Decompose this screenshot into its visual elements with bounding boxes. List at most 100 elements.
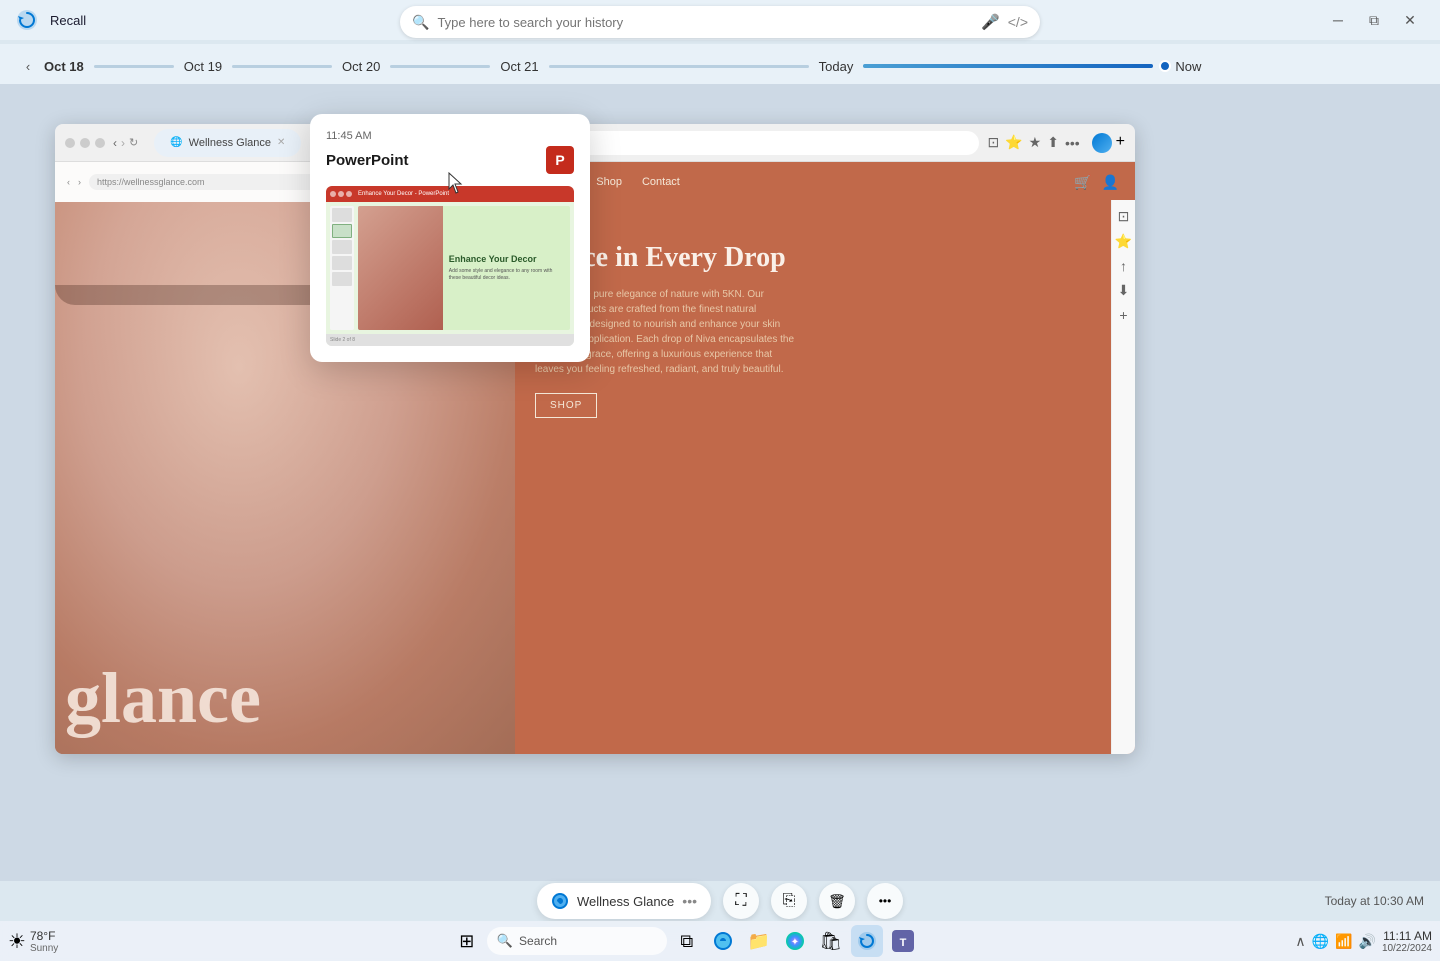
store-content: NEW IN Grace in Every Drop Discover the … [515,202,1135,438]
timeline-oct19[interactable]: Oct 19 [180,59,226,74]
store-account-icon[interactable]: 👤 [1102,174,1119,191]
microphone-icon[interactable]: 🎤 [981,13,1000,31]
speaker-icon[interactable]: 🔊 [1359,933,1376,950]
browser-screenshot-icon[interactable]: ⊡ [987,134,999,151]
taskbar-right: ∧ 🌐 📶 🔊 11:11 AM 10/22/2024 [1295,929,1432,954]
timeline-oct20-label: Oct 20 [342,59,380,74]
timeline-bar-oct19 [232,65,332,68]
edge-sidebar-icons: + [1092,133,1125,153]
timeline-oct20[interactable]: Oct 20 [338,59,384,74]
tooltip-app-name: PowerPoint [326,152,409,169]
timeline-now-label: Now [1175,59,1201,74]
taskbar-weather: ☀ 78°F Sunny [8,929,66,954]
nav-forward-arrow[interactable]: › [78,177,81,187]
timeline: ‹ Oct 18 Oct 19 Oct 20 Oct 21 Today Now [0,44,1440,88]
main-content: ‹ › ↻ 🌐 Wellness Glance ✕ 🔒 https://well… [0,84,1440,881]
browser-forward[interactable]: › [121,136,125,150]
clock-date: 10/22/2024 [1382,943,1432,954]
system-clock[interactable]: 11:11 AM 10/22/2024 [1382,929,1432,954]
copilot-taskbar-icon[interactable]: ✦ [779,925,811,957]
network-icon[interactable]: 🌐 [1312,933,1329,950]
history-search-bar: 🔍 🎤 </> [400,6,1040,38]
nav-back-arrow[interactable]: ‹ [67,177,70,187]
ppt-thumb-5[interactable] [332,272,352,286]
active-app-label: Wellness Glance [577,894,674,909]
timeline-oct21[interactable]: Oct 21 [496,59,542,74]
sidebar-icon-3[interactable]: ↑ [1120,258,1127,274]
timeline-oct18[interactable]: Oct 18 [40,59,88,74]
code-icon[interactable]: </> [1008,14,1028,30]
browser-toolbar-right: ⊡ ⭐ ★ ⬆ ••• [987,134,1079,151]
tooltip-preview[interactable]: Enhance Your Decor - PowerPoint Enh [326,186,574,346]
file-explorer-icon[interactable]: 📁 [743,925,775,957]
history-search-input[interactable] [437,15,973,30]
taskbar: ☀ 78°F Sunny ⊞ 🔍 Search ⧉ 📁 [0,921,1440,961]
bottom-action-bar: Wellness Glance ••• ⛶ ⎘ 🗑 ••• Today at 1… [0,881,1440,921]
restore-button[interactable]: ⧉ [1360,10,1388,30]
browser-tab-close[interactable]: ✕ [277,137,285,148]
wifi-icon[interactable]: 📶 [1335,933,1352,950]
browser-right-sidebar: ⊡ ⭐ ↑ ⬇ + [1111,200,1135,754]
browser-tab-label: Wellness Glance [189,137,271,149]
start-button[interactable]: ⊞ [451,925,483,957]
timeline-bar-oct21 [549,65,809,68]
overflow-button[interactable]: ••• [867,883,903,919]
copy-button[interactable]: ⎘ [771,883,807,919]
screenshot-timestamp: Today at 10:30 AM [1325,894,1424,908]
browser-more-icon[interactable]: ••• [1065,135,1080,151]
store-shop-button[interactable]: SHOP [535,393,597,418]
timeline-today[interactable]: Today [815,59,858,74]
browser-share-icon[interactable]: ⬆ [1047,134,1059,151]
recall-taskbar-icon[interactable] [851,925,883,957]
active-app-pill[interactable]: Wellness Glance ••• [537,883,711,919]
ppt-thumb-3[interactable] [332,240,352,254]
store-nav-shop[interactable]: Shop [596,176,622,188]
ppt-status: Slide 2 of 8 [330,337,355,343]
app-title: Recall [50,13,86,28]
taskbar-search-box[interactable]: 🔍 Search [487,927,667,955]
search-icon: 🔍 [412,14,429,31]
taskbar-search-icon: 🔍 [497,933,513,949]
wellness-large-text: glance [65,662,261,734]
microsoft-store-icon[interactable]: 🛍 [815,925,847,957]
ppt-thumb-2[interactable] [332,224,352,238]
edge-add-icon[interactable]: + [1116,133,1125,153]
task-view-button[interactable]: ⧉ [671,925,703,957]
timeline-now-dot [1159,60,1171,72]
timeline-bar-oct20 [390,65,490,68]
ppt-toolbar-dot-1 [330,191,336,197]
sidebar-icon-5[interactable]: + [1119,307,1127,323]
browser-favorites-icon[interactable]: ★ [1029,134,1042,151]
browser-back[interactable]: ‹ [113,136,117,150]
store-product-title: Grace in Every Drop [535,241,1115,275]
edge-icon-1[interactable] [1092,133,1112,153]
tooltip-header: PowerPoint P [326,146,574,174]
store-icon: 🛍 [819,931,842,952]
delete-button[interactable]: 🗑 [819,883,855,919]
timeline-bar-oct18 [94,65,174,68]
weather-temperature: 78°F [30,929,55,943]
expand-button[interactable]: ⛶ [723,883,759,919]
sidebar-icon-4[interactable]: ⬇ [1118,282,1130,299]
browser-reload[interactable]: ↻ [129,136,138,149]
store-nav-contact[interactable]: Contact [642,176,680,188]
browser-content-area: ‹ › https://wellnessglance.com glance [55,162,1135,754]
ppt-thumb-1[interactable] [332,208,352,222]
browser-extensions-icon[interactable]: ⭐ [1005,134,1022,151]
teams-taskbar-icon[interactable]: T [887,925,919,957]
svg-text:✦: ✦ [791,937,799,948]
overflow-icon: ••• [879,894,892,908]
sidebar-icon-1[interactable]: ⊡ [1118,208,1130,225]
ppt-thumb-4[interactable] [332,256,352,270]
store-cart-icon[interactable]: 🛒 [1074,174,1091,191]
sidebar-icon-2[interactable]: ⭐ [1115,233,1132,250]
system-tray-icon[interactable]: ∧ [1295,933,1305,950]
pill-more-icon[interactable]: ••• [682,893,697,909]
weather-icon: ☀ [8,929,26,954]
store-side: About Us Shop Contact 🛒 👤 NEW IN Grace i… [515,162,1135,754]
minimize-button[interactable]: ─ [1324,10,1352,30]
close-button[interactable]: ✕ [1396,10,1424,30]
timeline-back-button[interactable]: ‹ [16,54,40,78]
powerpoint-icon: P [546,146,574,174]
edge-taskbar-icon[interactable] [707,925,739,957]
